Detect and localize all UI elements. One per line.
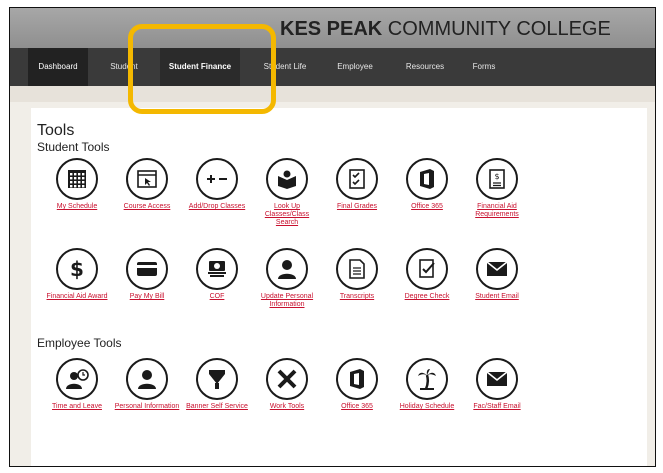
employee-tool-label[interactable]: Personal Information: [113, 403, 181, 411]
nav-forms[interactable]: Forms: [464, 48, 504, 86]
employee-tool-tile[interactable]: Fac/Staff Email: [463, 358, 531, 411]
checklist-button[interactable]: [336, 158, 378, 200]
employee-tool-tile[interactable]: Banner Self Service: [183, 358, 251, 411]
dollar-document-icon: $: [478, 160, 516, 198]
calendar-button[interactable]: [56, 158, 98, 200]
plus-minus-icon: [198, 160, 236, 198]
employee-tool-label[interactable]: Banner Self Service: [183, 403, 251, 411]
student-tool-tile[interactable]: Add/Drop Classes: [183, 158, 251, 211]
open-book-button[interactable]: [266, 158, 308, 200]
student-tool-tile[interactable]: $ Financial Aid Award: [43, 248, 111, 301]
check-document-button[interactable]: [406, 248, 448, 290]
college-name: KES PEAK COMMUNITY COLLEGE: [280, 18, 611, 40]
content-strip: [10, 86, 655, 102]
credit-card-button[interactable]: [126, 248, 168, 290]
document-icon: [338, 250, 376, 288]
calendar-icon: [58, 160, 96, 198]
office-icon: [408, 160, 446, 198]
office-button[interactable]: [336, 358, 378, 400]
page-title: Tools: [37, 122, 75, 139]
check-document-icon: [408, 250, 446, 288]
student-tool-label[interactable]: Course Access: [113, 203, 181, 211]
employee-tool-label[interactable]: Holiday Schedule: [393, 403, 461, 411]
credit-card-icon: [128, 250, 166, 288]
student-tool-tile[interactable]: Pay My Bill: [113, 248, 181, 301]
person-button[interactable]: [126, 358, 168, 400]
banner-icon: [198, 360, 236, 398]
cursor-window-icon: [128, 160, 166, 198]
svg-text:$: $: [494, 172, 499, 181]
envelope-button[interactable]: [476, 248, 518, 290]
banner-button[interactable]: [196, 358, 238, 400]
student-tool-label[interactable]: Update Personal Information: [253, 293, 321, 309]
cash-icon: [198, 250, 236, 288]
student-tool-tile[interactable]: My Schedule: [43, 158, 111, 211]
envelope-icon: [478, 250, 516, 288]
employee-tool-label[interactable]: Office 365: [323, 403, 391, 411]
student-tool-label[interactable]: My Schedule: [43, 203, 111, 211]
dollar-icon: $: [58, 250, 96, 288]
tools-icon: [268, 360, 306, 398]
dollar-document-button[interactable]: $: [476, 158, 518, 200]
student-tool-label[interactable]: COF: [183, 293, 251, 301]
nav-resources[interactable]: Resources: [398, 48, 452, 86]
student-tool-label[interactable]: Pay My Bill: [113, 293, 181, 301]
checklist-icon: [338, 160, 376, 198]
cursor-window-button[interactable]: [126, 158, 168, 200]
svg-text:$: $: [70, 258, 84, 280]
highlight-annotation: [128, 24, 276, 114]
student-tool-tile[interactable]: Degree Check: [393, 248, 461, 301]
student-tools-heading: Student Tools: [37, 140, 110, 154]
envelope-button[interactable]: [476, 358, 518, 400]
student-tool-tile[interactable]: Course Access: [113, 158, 181, 211]
employee-tool-tile[interactable]: Personal Information: [113, 358, 181, 411]
office-icon: [338, 360, 376, 398]
employee-tool-label[interactable]: Work Tools: [253, 403, 321, 411]
envelope-icon: [478, 360, 516, 398]
document-button[interactable]: [336, 248, 378, 290]
student-tool-label[interactable]: Financial Aid Requirements: [463, 203, 531, 219]
person-clock-icon: [58, 360, 96, 398]
employee-tool-label[interactable]: Fac/Staff Email: [463, 403, 531, 411]
dollar-button[interactable]: $: [56, 248, 98, 290]
nav-dashboard[interactable]: Dashboard: [28, 48, 88, 86]
employee-tool-label[interactable]: Time and Leave: [43, 403, 111, 411]
tools-button[interactable]: [266, 358, 308, 400]
college-banner: KES PEAK COMMUNITY COLLEGE: [10, 8, 655, 48]
cash-button[interactable]: [196, 248, 238, 290]
nav-employee[interactable]: Employee: [330, 48, 380, 86]
student-tool-tile[interactable]: Office 365: [393, 158, 461, 211]
student-tool-label[interactable]: Degree Check: [393, 293, 461, 301]
employee-tool-tile[interactable]: Work Tools: [253, 358, 321, 411]
office-button[interactable]: [406, 158, 448, 200]
student-tool-label[interactable]: Financial Aid Award: [43, 293, 111, 301]
palm-tree-icon: [408, 360, 446, 398]
student-tool-tile[interactable]: Transcripts: [323, 248, 391, 301]
student-tool-label[interactable]: Look Up Classes/Class Search: [253, 203, 321, 227]
palm-tree-button[interactable]: [406, 358, 448, 400]
student-tool-tile[interactable]: Look Up Classes/Class Search: [253, 158, 321, 227]
person-icon: [268, 250, 306, 288]
page-viewport: KES PEAK COMMUNITY COLLEGE Dashboard Stu…: [10, 8, 655, 466]
open-book-icon: [268, 160, 306, 198]
employee-tool-tile[interactable]: Holiday Schedule: [393, 358, 461, 411]
student-tool-tile[interactable]: Final Grades: [323, 158, 391, 211]
student-tool-label[interactable]: Transcripts: [323, 293, 391, 301]
person-icon: [128, 360, 166, 398]
employee-tool-tile[interactable]: Office 365: [323, 358, 391, 411]
person-clock-button[interactable]: [56, 358, 98, 400]
student-tool-tile[interactable]: Update Personal Information: [253, 248, 321, 309]
person-button[interactable]: [266, 248, 308, 290]
plus-minus-button[interactable]: [196, 158, 238, 200]
student-tool-label[interactable]: Office 365: [393, 203, 461, 211]
student-tool-label[interactable]: Student Email: [463, 293, 531, 301]
employee-tool-tile[interactable]: Time and Leave: [43, 358, 111, 411]
student-tool-tile[interactable]: Student Email: [463, 248, 531, 301]
student-tool-tile[interactable]: $ Financial Aid Requirements: [463, 158, 531, 219]
student-tool-tile[interactable]: COF: [183, 248, 251, 301]
student-tool-label[interactable]: Final Grades: [323, 203, 391, 211]
student-tool-label[interactable]: Add/Drop Classes: [183, 203, 251, 211]
employee-tools-heading: Employee Tools: [37, 336, 122, 350]
